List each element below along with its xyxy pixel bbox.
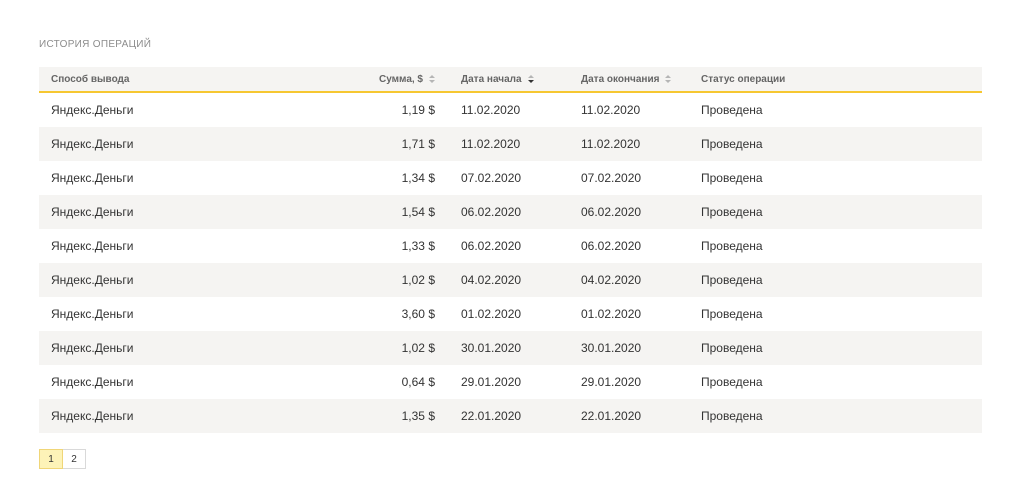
cell-status: Проведена [701, 205, 763, 219]
table-row: Яндекс.Деньги 1,19 $ 11.02.2020 11.02.2020 П… [39, 93, 982, 127]
cell-method: Яндекс.Деньги [51, 375, 134, 389]
pagination: 12 [39, 449, 86, 469]
table-row: Яндекс.Деньги 1,34 $ 07.02.2020 07.02.2020 П… [39, 161, 982, 195]
sort-icon[interactable] [429, 75, 435, 83]
sort-desc-icon[interactable] [527, 75, 534, 83]
cell-amount: 1,33 $ [401, 239, 435, 253]
cell-amount: 1,54 $ [401, 205, 435, 219]
cell-start-date: 04.02.2020 [461, 273, 522, 287]
cell-amount: 3,60 $ [401, 307, 435, 321]
cell-start-date: 01.02.2020 [461, 307, 522, 321]
table-row: Яндекс.Деньги 1,02 $ 30.01.2020 30.01.2020 П… [39, 331, 982, 365]
table-row: Яндекс.Деньги 1,35 $ 22.01.2020 22.01.2020 П… [39, 399, 982, 433]
cell-status: Проведена [701, 409, 763, 423]
cell-status: Проведена [701, 103, 763, 117]
cell-start-date: 30.01.2020 [461, 341, 522, 355]
cell-status: Проведена [701, 171, 763, 185]
cell-start-date: 22.01.2020 [461, 409, 522, 423]
cell-status: Проведена [701, 239, 763, 253]
cell-start-date: 07.02.2020 [461, 171, 522, 185]
header-method: Способ вывода [51, 73, 130, 85]
operations-history-page: ИСТОРИЯ ОПЕРАЦИЙ Способ вывода Сумма, $ … [0, 0, 1009, 491]
table-row: Яндекс.Деньги 3,60 $ 01.02.2020 01.02.2020 П… [39, 297, 982, 331]
page-button-1[interactable]: 1 [39, 449, 63, 469]
cell-end-date: 01.02.2020 [581, 307, 642, 321]
cell-method: Яндекс.Деньги [51, 171, 134, 185]
cell-start-date: 06.02.2020 [461, 205, 522, 219]
cell-end-date: 30.01.2020 [581, 341, 642, 355]
cell-method: Яндекс.Деньги [51, 239, 134, 253]
page-button-2[interactable]: 2 [62, 449, 86, 469]
cell-start-date: 11.02.2020 [461, 137, 521, 151]
operations-table: Способ вывода Сумма, $ Дата начала Дата … [39, 67, 982, 433]
cell-end-date: 11.02.2020 [581, 137, 641, 151]
table-row: Яндекс.Деньги 0,64 $ 29.01.2020 29.01.2020 П… [39, 365, 982, 399]
cell-end-date: 06.02.2020 [581, 205, 642, 219]
cell-end-date: 07.02.2020 [581, 171, 642, 185]
header-amount-label: Сумма, $ [379, 73, 423, 85]
cell-amount: 0,64 $ [401, 375, 435, 389]
cell-status: Проведена [701, 137, 763, 151]
cell-end-date: 04.02.2020 [581, 273, 642, 287]
table-row: Яндекс.Деньги 1,54 $ 06.02.2020 06.02.2020 П… [39, 195, 982, 229]
cell-amount: 1,02 $ [401, 273, 435, 287]
table-body: Яндекс.Деньги 1,19 $ 11.02.2020 11.02.2020 П… [39, 93, 982, 433]
header-end-date-label: Дата окончания [581, 73, 660, 85]
cell-status: Проведена [701, 375, 763, 389]
sort-icon[interactable] [665, 75, 672, 83]
cell-method: Яндекс.Деньги [51, 409, 134, 423]
cell-amount: 1,35 $ [401, 409, 435, 423]
cell-start-date: 06.02.2020 [461, 239, 522, 253]
cell-method: Яндекс.Деньги [51, 307, 134, 321]
cell-amount: 1,19 $ [401, 103, 435, 117]
section-title: ИСТОРИЯ ОПЕРАЦИЙ [39, 39, 152, 50]
table-row: Яндекс.Деньги 1,02 $ 04.02.2020 04.02.2020 П… [39, 263, 982, 297]
cell-method: Яндекс.Деньги [51, 137, 134, 151]
table-header: Способ вывода Сумма, $ Дата начала Дата … [39, 67, 982, 93]
cell-amount: 1,34 $ [401, 171, 435, 185]
cell-amount: 1,71 $ [401, 137, 435, 151]
header-start-date-label: Дата начала [461, 73, 522, 85]
cell-method: Яндекс.Деньги [51, 205, 134, 219]
cell-amount: 1,02 $ [401, 341, 435, 355]
table-row: Яндекс.Деньги 1,71 $ 11.02.2020 11.02.2020 П… [39, 127, 982, 161]
header-amount[interactable]: Сумма, $ [331, 74, 439, 85]
cell-start-date: 11.02.2020 [461, 103, 521, 117]
cell-method: Яндекс.Деньги [51, 273, 134, 287]
cell-status: Проведена [701, 273, 763, 287]
table-row: Яндекс.Деньги 1,33 $ 06.02.2020 06.02.2020 П… [39, 229, 982, 263]
header-status: Статус операции [701, 73, 786, 85]
cell-end-date: 06.02.2020 [581, 239, 642, 253]
header-start-date[interactable]: Дата начала [439, 74, 559, 85]
cell-method: Яндекс.Деньги [51, 341, 134, 355]
cell-method: Яндекс.Деньги [51, 103, 134, 117]
cell-end-date: 29.01.2020 [581, 375, 642, 389]
header-end-date[interactable]: Дата окончания [559, 74, 679, 85]
cell-end-date: 11.02.2020 [581, 103, 641, 117]
cell-start-date: 29.01.2020 [461, 375, 522, 389]
cell-status: Проведена [701, 341, 763, 355]
cell-end-date: 22.01.2020 [581, 409, 642, 423]
cell-status: Проведена [701, 307, 763, 321]
